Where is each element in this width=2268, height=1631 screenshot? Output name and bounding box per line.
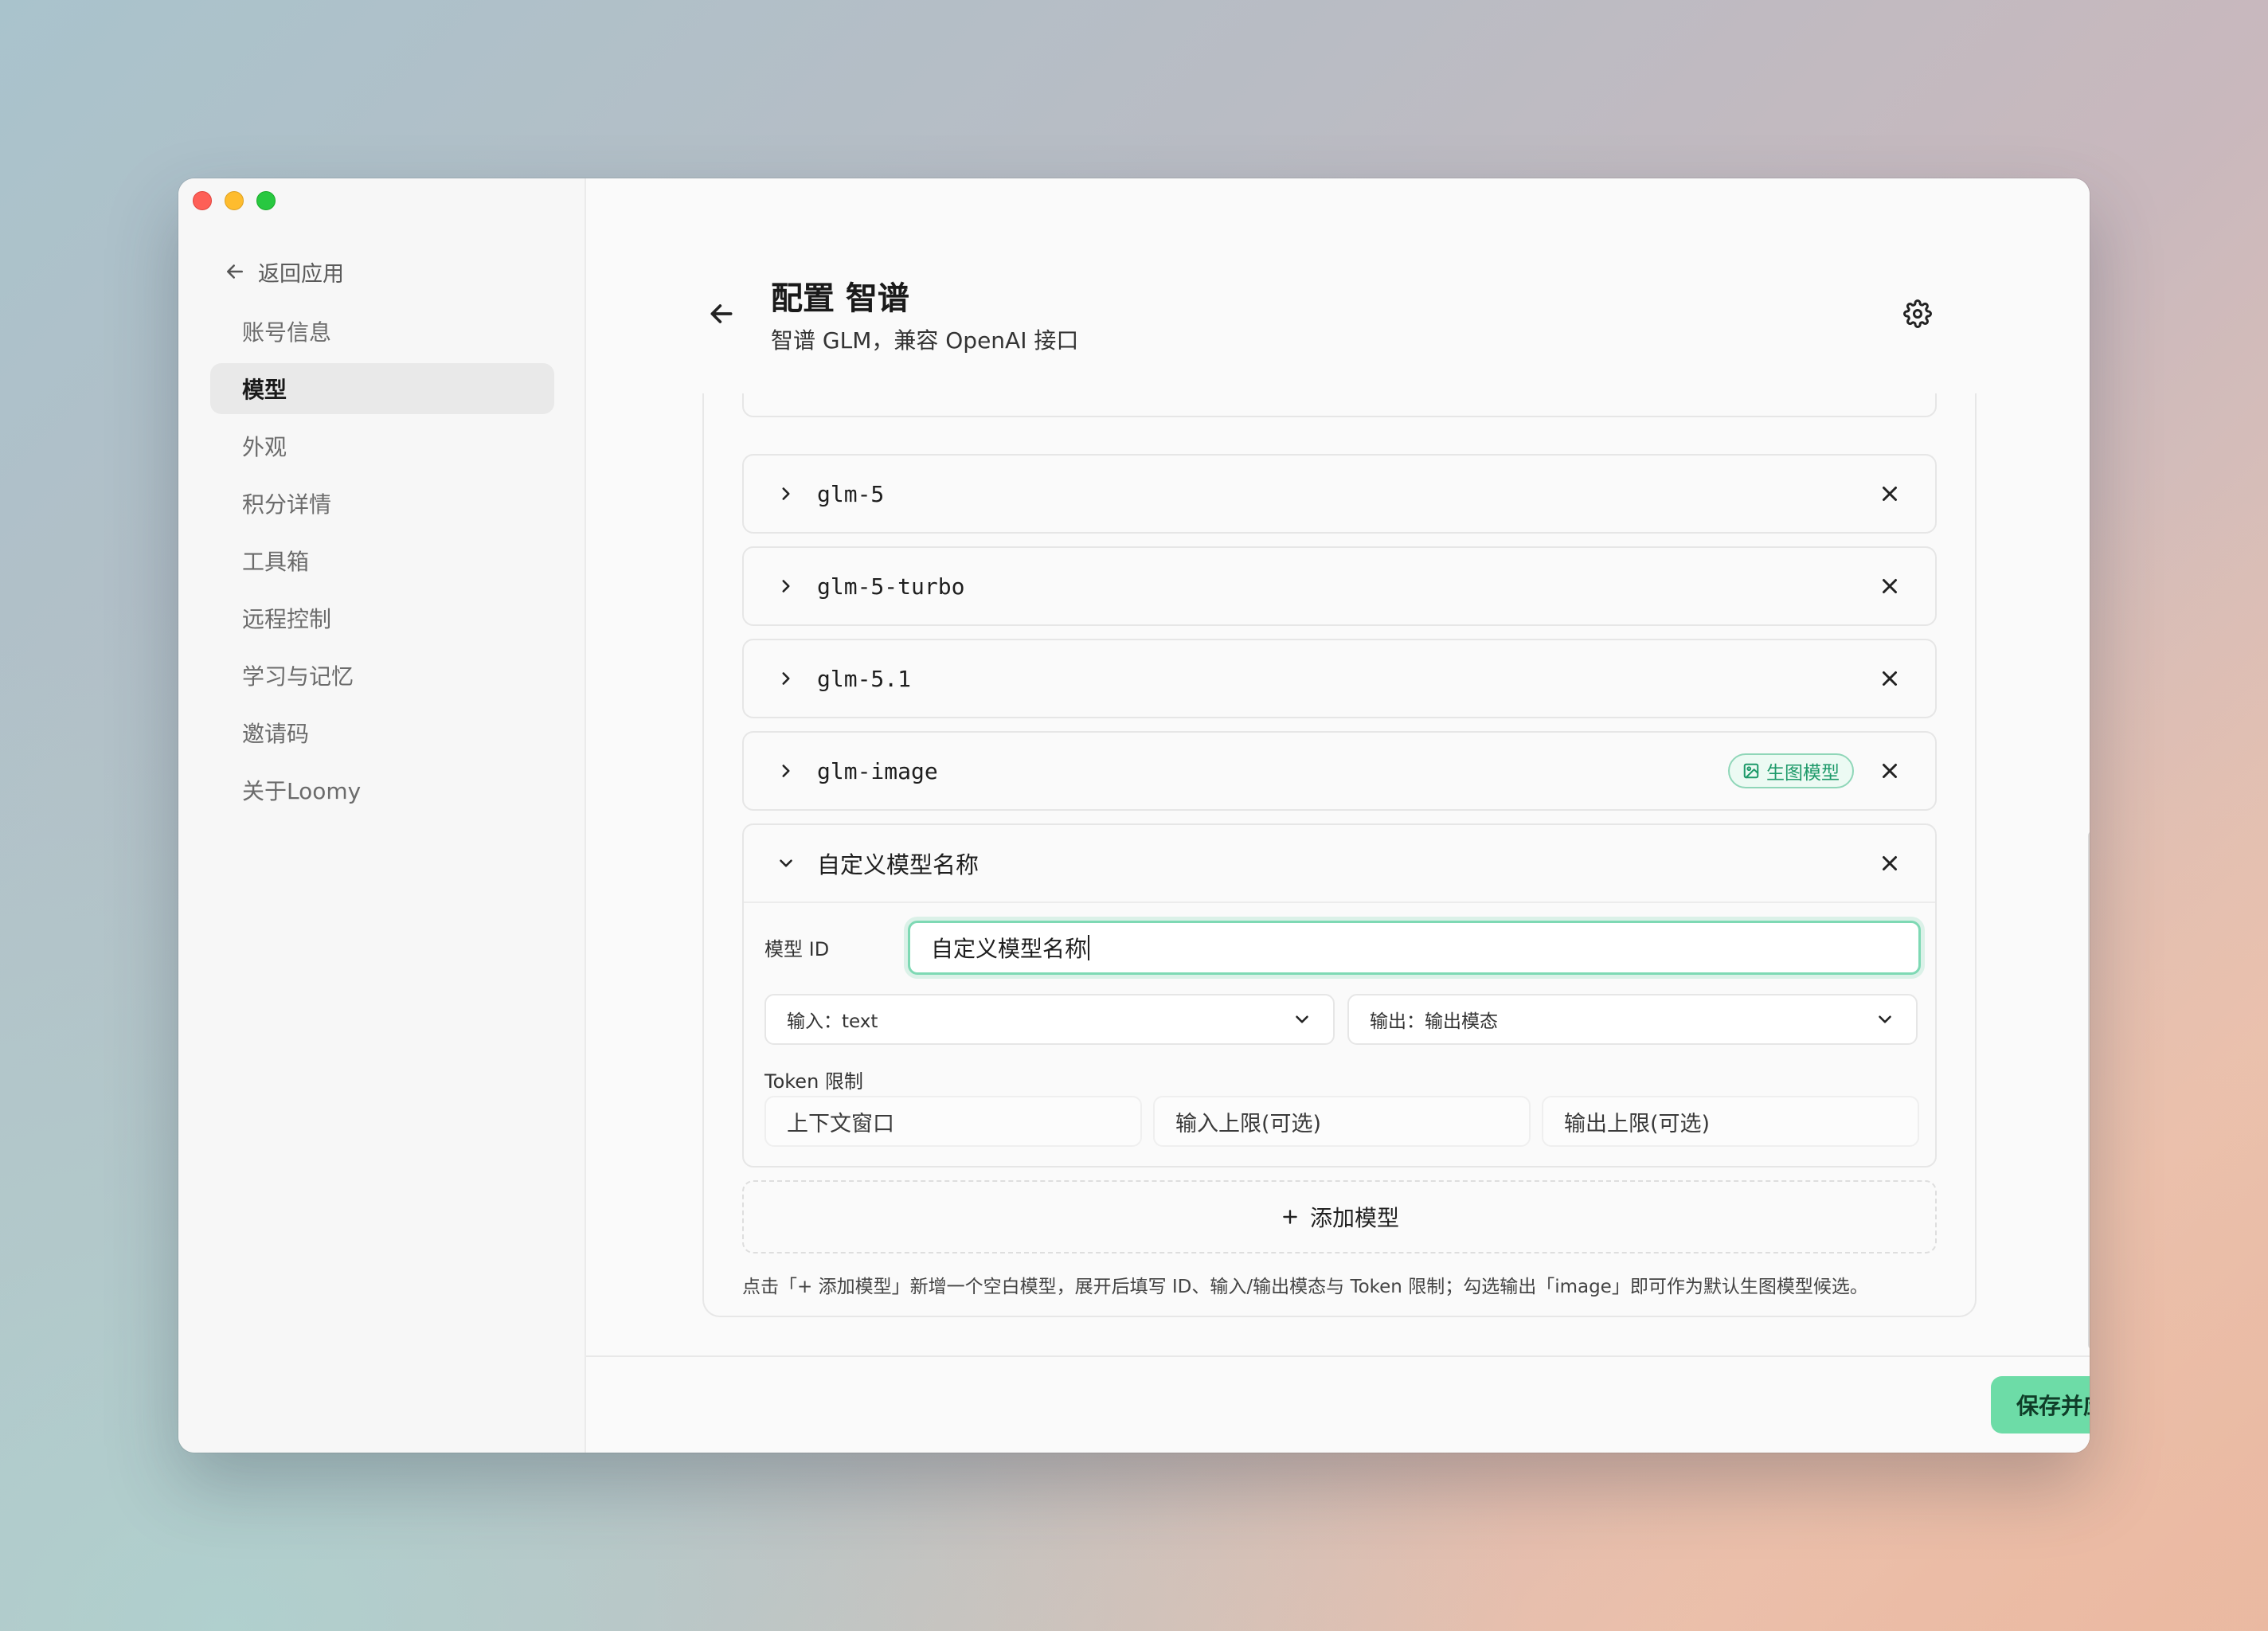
chevron-right-icon[interactable] [776, 483, 796, 504]
sidebar-item-about[interactable]: 关于Loomy [210, 765, 554, 816]
sidebar-item-appearance[interactable]: 外观 [210, 420, 554, 471]
output-modality-select[interactable]: 输出：输出模态 [1347, 994, 1918, 1045]
sidebar-item-label: 学习与记忆 [242, 663, 354, 690]
token-limit-label: Token 限制 [764, 1070, 863, 1093]
input-limit-placeholder: 输入上限(可选) [1175, 1111, 1322, 1136]
footer-bar [586, 1355, 2090, 1453]
badge-label: 生图模型 [1766, 763, 1840, 784]
input-modality-select[interactable]: 输入：text [764, 994, 1335, 1045]
sidebar-item-invite-code[interactable]: 邀请码 [210, 707, 554, 758]
model-row-partial [742, 393, 1937, 417]
models-panel: glm-5 glm-5-turbo glm-5.1 glm-image 生图模型 [702, 393, 1977, 1317]
arrow-left-icon [227, 264, 243, 279]
sidebar-item-label: 外观 [242, 434, 287, 460]
close-icon[interactable] [1878, 574, 1902, 598]
close-icon[interactable] [1878, 851, 1902, 875]
model-row[interactable]: glm-image 生图模型 [742, 731, 1937, 811]
sidebar-item-account[interactable]: 账号信息 [210, 306, 554, 357]
model-row-header[interactable]: 自定义模型名称 [744, 825, 1935, 903]
back-arrow-icon[interactable] [706, 298, 737, 330]
input-modality-value: 输入：text [787, 1011, 878, 1032]
chevron-down-icon[interactable] [776, 853, 796, 874]
sidebar-item-toolbox[interactable]: 工具箱 [210, 535, 554, 586]
chevron-down-icon [1879, 1015, 1891, 1023]
save-apply-button[interactable]: 保存并应用 [1991, 1376, 2090, 1433]
add-model-label: 添加模型 [1309, 1205, 1399, 1231]
model-row-expanded: 自定义模型名称 模型 ID 自定义模型名称 输入：text 输出：输出模态 To… [742, 823, 1937, 1168]
model-name: 自定义模型名称 [817, 851, 980, 878]
plus-icon [1283, 1210, 1297, 1224]
close-icon[interactable] [1878, 759, 1902, 783]
text-caret [1088, 935, 1090, 960]
sidebar-item-label: 账号信息 [242, 319, 332, 346]
sidebar-item-label: 工具箱 [242, 549, 310, 575]
sidebar-item-remote-control[interactable]: 远程控制 [210, 593, 554, 643]
chevron-right-icon[interactable] [776, 576, 796, 596]
sidebar-item-label: 积分详情 [242, 491, 332, 518]
back-to-app-label: 返回应用 [258, 261, 344, 287]
sidebar-item-learning-memory[interactable]: 学习与记忆 [210, 650, 554, 701]
sidebar-item-label: 邀请码 [242, 721, 310, 747]
add-model-button[interactable]: 添加模型 [742, 1180, 1937, 1254]
gear-icon[interactable] [1903, 299, 1932, 328]
model-name: glm-5 [817, 480, 885, 507]
sidebar-item-label: 关于Loomy [242, 778, 362, 804]
output-modality-value: 输出：输出模态 [1370, 1011, 1498, 1032]
output-limit-input[interactable]: 输出上限(可选) [1542, 1096, 1919, 1147]
output-limit-placeholder: 输出上限(可选) [1564, 1111, 1711, 1136]
minimize-window-button[interactable] [225, 191, 244, 210]
model-id-label: 模型 ID [764, 938, 830, 960]
image-icon [1743, 763, 1759, 779]
main-content: 配置 智谱 智谱 GLM，兼容 OpenAI 接口 glm-5 glm-5-tu… [586, 178, 2090, 1453]
model-row[interactable]: glm-5 [742, 454, 1937, 534]
model-name: glm-image [817, 757, 938, 784]
sidebar-item-label: 模型 [242, 377, 287, 403]
close-icon[interactable] [1878, 667, 1902, 690]
model-name: glm-5-turbo [817, 573, 965, 600]
context-window-input[interactable]: 上下文窗口 [764, 1096, 1142, 1147]
help-text: 点击「+ 添加模型」新增一个空白模型，展开后填写 ID、输入/输出模态与 Tok… [742, 1277, 1868, 1297]
scrollbar[interactable] [2088, 831, 2090, 1349]
chevron-right-icon[interactable] [776, 761, 796, 781]
sidebar-nav: 账号信息 模型 外观 积分详情 工具箱 远程控制 学习与记忆 邀请码 关于Loo… [210, 306, 554, 822]
sidebar-item-models[interactable]: 模型 [210, 363, 554, 414]
sidebar-item-credits[interactable]: 积分详情 [210, 478, 554, 529]
page-title: 配置 智谱 [771, 280, 909, 317]
input-limit-input[interactable]: 输入上限(可选) [1153, 1096, 1531, 1147]
close-icon[interactable] [1878, 482, 1902, 506]
model-row[interactable]: glm-5.1 [742, 639, 1937, 718]
chevron-down-icon [1296, 1015, 1308, 1023]
window-controls [193, 191, 276, 210]
back-to-app-link[interactable]: 返回应用 [223, 250, 344, 293]
model-id-value: 自定义模型名称 [931, 936, 1088, 962]
sidebar: 返回应用 账号信息 模型 外观 积分详情 工具箱 远程控制 学习与记忆 邀请码 … [178, 178, 586, 1453]
model-row[interactable]: glm-5-turbo [742, 546, 1937, 626]
page-subtitle: 智谱 GLM，兼容 OpenAI 接口 [771, 327, 1079, 354]
zoom-window-button[interactable] [256, 191, 276, 210]
model-id-input[interactable]: 自定义模型名称 [908, 921, 1921, 975]
close-window-button[interactable] [193, 191, 212, 210]
settings-window: 返回应用 账号信息 模型 外观 积分详情 工具箱 远程控制 学习与记忆 邀请码 … [178, 178, 2090, 1453]
chevron-right-icon[interactable] [776, 668, 796, 689]
model-name: glm-5.1 [817, 665, 912, 692]
context-window-placeholder: 上下文窗口 [787, 1111, 894, 1136]
sidebar-item-label: 远程控制 [242, 606, 332, 632]
image-model-badge: 生图模型 [1728, 753, 1854, 788]
